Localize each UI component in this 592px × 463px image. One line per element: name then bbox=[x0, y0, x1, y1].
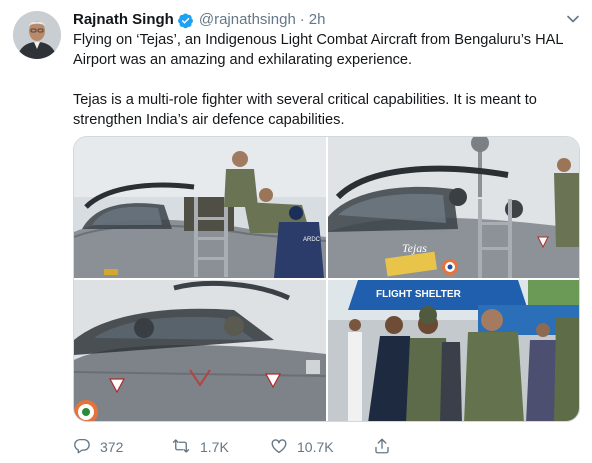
verified-badge-icon bbox=[177, 12, 194, 29]
photo-flight-shelter-group[interactable]: FLIGHT SHELTER bbox=[328, 280, 579, 421]
building-sign-text: FLIGHT SHELTER bbox=[376, 289, 462, 300]
like-button[interactable]: 10.7K bbox=[270, 436, 334, 458]
author-handle[interactable]: @rajnathsingh bbox=[199, 10, 296, 30]
tweet-paragraph: Flying on ‘Tejas’, an Indigenous Light C… bbox=[73, 32, 563, 68]
tweet-timestamp[interactable]: 2h bbox=[309, 10, 326, 30]
like-count: 10.7K bbox=[297, 439, 334, 455]
tweet-header: Rajnath Singh @rajnathsingh · 2h bbox=[73, 10, 325, 30]
author-name[interactable]: Rajnath Singh bbox=[73, 10, 174, 30]
chevron-down-icon[interactable] bbox=[566, 12, 580, 26]
photo-cockpit-boarding[interactable]: ARDC bbox=[74, 137, 326, 278]
shirt-text: ARDC bbox=[303, 237, 321, 243]
heart-icon bbox=[270, 437, 297, 458]
tweet-text: Flying on ‘Tejas’, an Indigenous Light C… bbox=[73, 30, 583, 130]
share-button[interactable] bbox=[373, 436, 400, 458]
reply-count: 372 bbox=[100, 439, 124, 455]
reply-button[interactable]: 372 bbox=[73, 436, 123, 458]
photo-cockpit-seated[interactable]: Tejas bbox=[328, 137, 579, 278]
avatar[interactable] bbox=[13, 11, 61, 59]
retweet-button[interactable]: 1.7K bbox=[171, 436, 229, 458]
header-separator: · bbox=[299, 11, 305, 28]
aircraft-name-text: Tejas bbox=[402, 241, 427, 255]
media-grid: ARDC Tejas FLIGHT SHELTER bbox=[73, 136, 580, 422]
tweet-actions: 372 1.7K 10.7K bbox=[73, 436, 473, 458]
share-icon bbox=[373, 437, 400, 458]
retweet-icon bbox=[171, 437, 200, 458]
photo-cockpit-closeup[interactable] bbox=[74, 280, 326, 421]
reply-icon bbox=[73, 437, 100, 458]
tweet-paragraph: Tejas is a multi-role fighter with sever… bbox=[73, 92, 537, 128]
retweet-count: 1.7K bbox=[200, 439, 229, 455]
